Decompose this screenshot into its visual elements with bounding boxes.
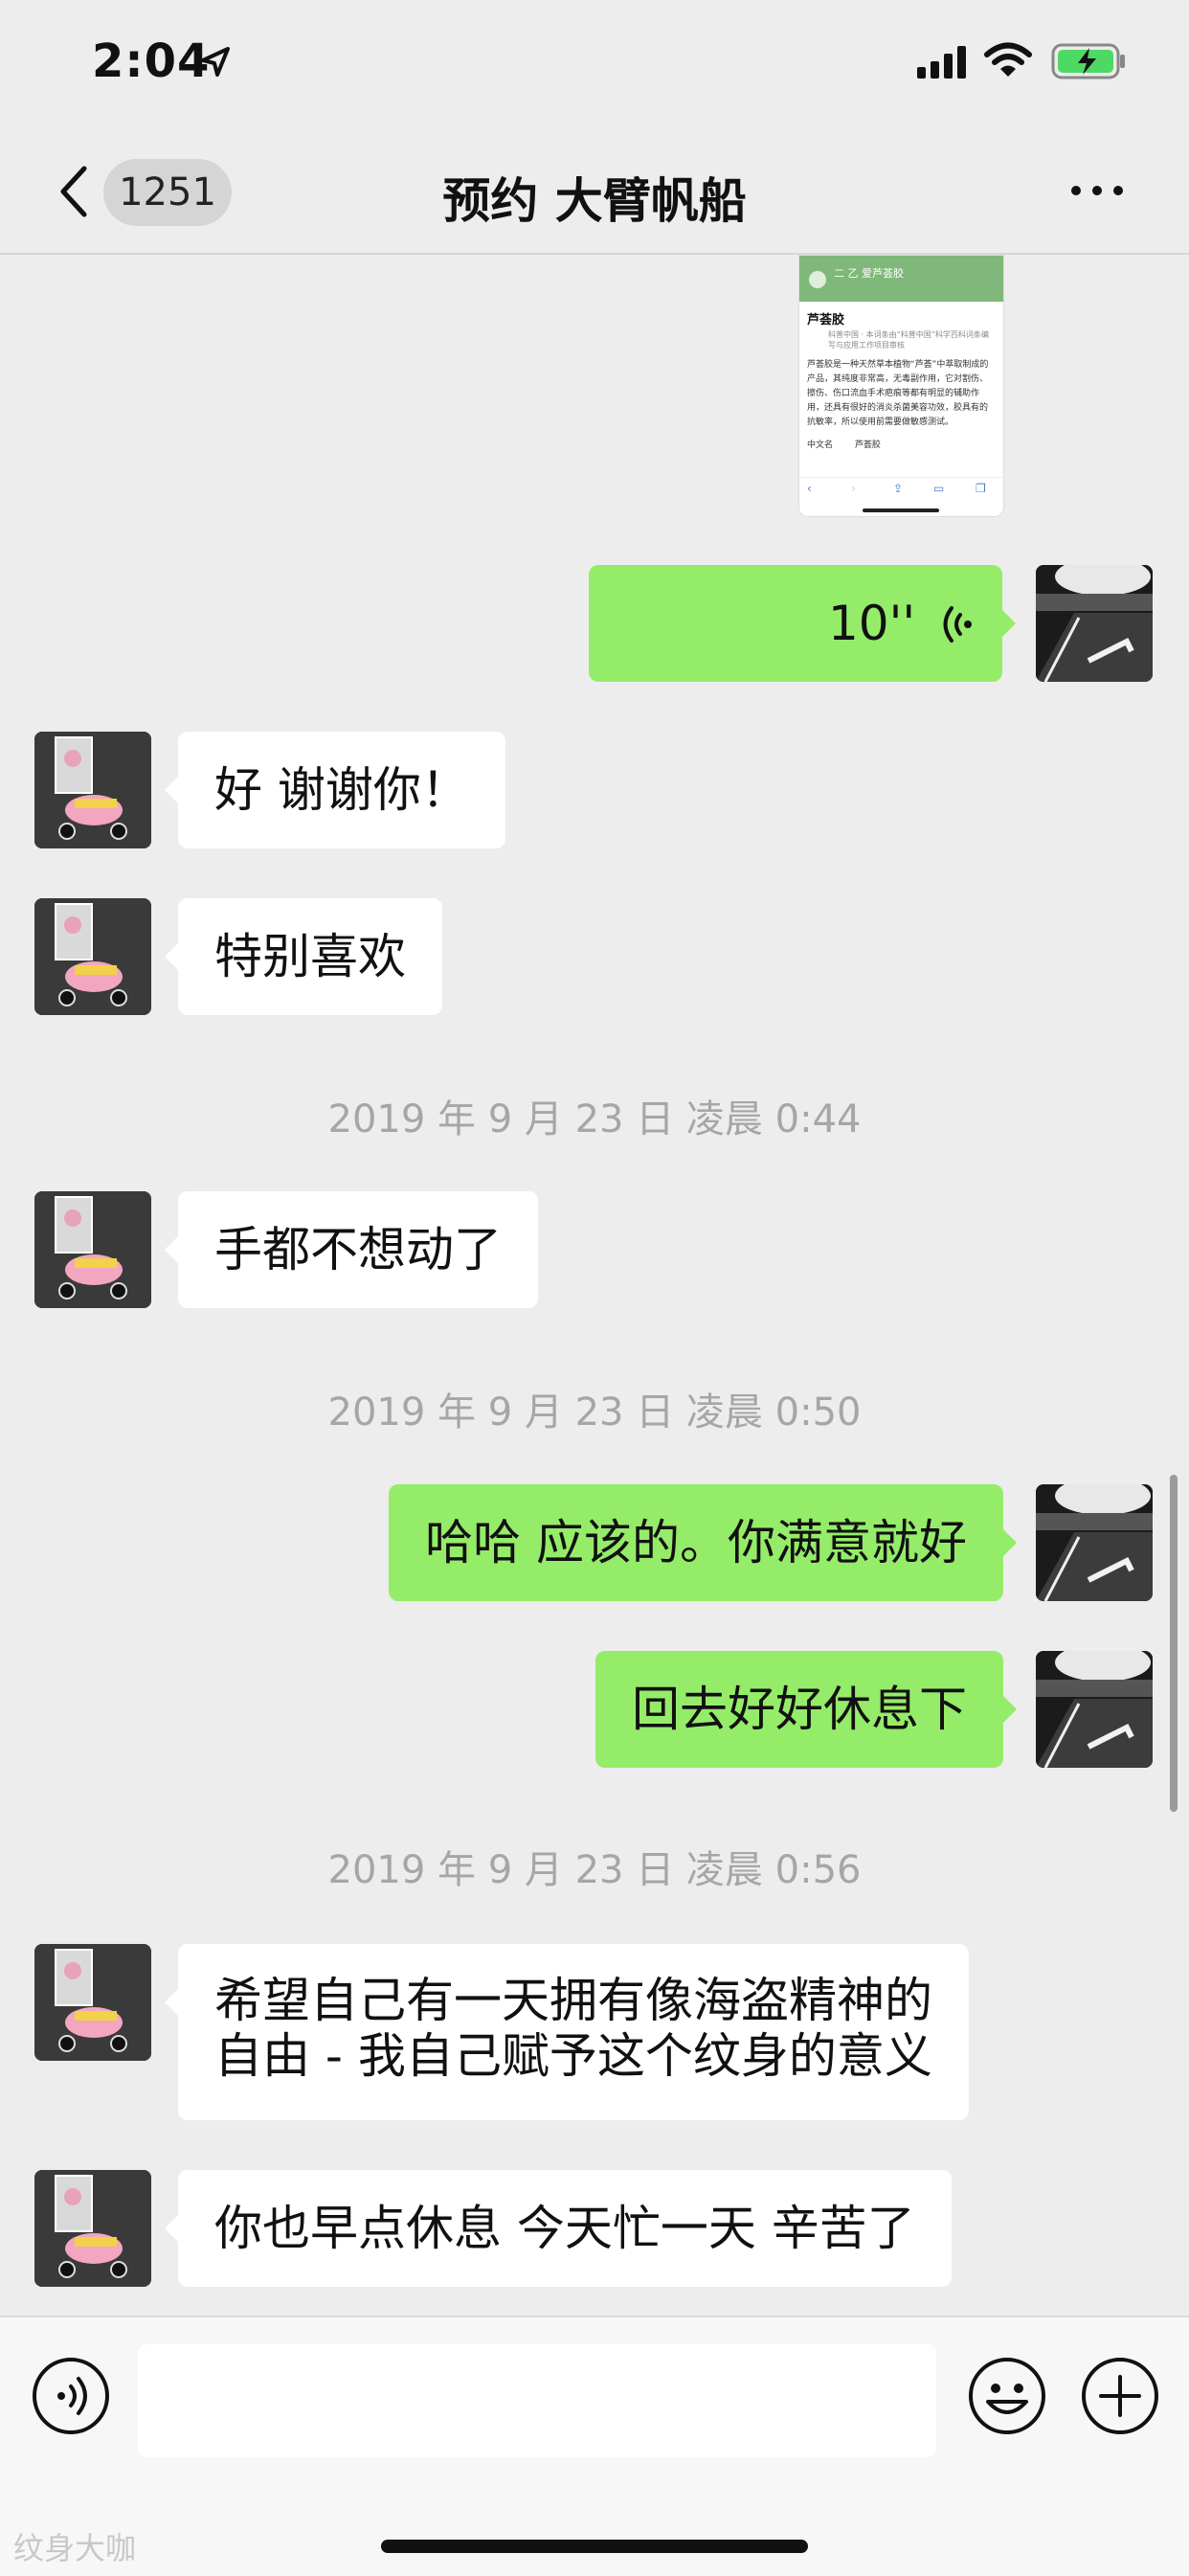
voice-input-icon[interactable] bbox=[31, 2356, 111, 2436]
status-bar: 2:04 bbox=[0, 0, 1189, 134]
shot-back-icon: ‹ bbox=[807, 482, 812, 495]
shot-video-header: 二 乙 爱芦荟胶 bbox=[799, 256, 1003, 302]
shot-row-value: 芦荟胶 bbox=[854, 441, 881, 450]
shot-info-row: 中文名 芦荟胶 bbox=[807, 438, 996, 450]
message-list[interactable]: 二 乙 爱芦荟胶 芦荟胶 科普中国 · 本词条由“科普中国”科学百科词条编写与应… bbox=[0, 255, 1189, 2314]
road-night-image bbox=[1036, 1484, 1153, 1601]
status-time: 2:04 bbox=[92, 34, 211, 88]
avatar-contact[interactable] bbox=[34, 732, 151, 848]
message-bubble[interactable]: 特别喜欢 bbox=[165, 898, 442, 1015]
message-timestamp: 2019 年 9 月 23 日 凌晨 0:50 bbox=[327, 1390, 862, 1435]
message-line: 自由 - 我自己赋予这个纹身的意义 bbox=[214, 2028, 932, 2084]
avatar-contact[interactable] bbox=[34, 898, 151, 1015]
home-indicator bbox=[381, 2540, 808, 2553]
shot-toolbar: ‹ › ⇪ ▭ ❐ bbox=[799, 477, 1003, 503]
message-timestamp: 2019 年 9 月 23 日 凌晨 0:56 bbox=[327, 1848, 862, 1892]
road-night-image bbox=[1036, 565, 1153, 682]
avatar-contact[interactable] bbox=[34, 1944, 151, 2061]
voice-playback-icon bbox=[943, 606, 972, 643]
shot-meta: 科普中国 · 本词条由“科普中国”科学百科词条编写与应用工作项目审核 bbox=[828, 330, 989, 350]
more-dots-icon[interactable] bbox=[1068, 176, 1126, 205]
message-bubble[interactable]: 好 谢谢你！ bbox=[165, 732, 505, 848]
emoji-icon[interactable] bbox=[967, 2356, 1047, 2436]
cartoon-avatar-image bbox=[34, 898, 151, 1015]
shot-header-text: 二 乙 爱芦荟胶 bbox=[834, 267, 904, 280]
message-bubble[interactable]: 你也早点休息 今天忙一天 辛苦了 bbox=[165, 2170, 952, 2287]
play-icon bbox=[809, 271, 826, 288]
shot-row-label: 中文名 bbox=[807, 441, 834, 450]
cellular-signal-icon bbox=[917, 46, 966, 79]
shot-body: 芦荟胶是一种天然草本植物“芦荟”中萃取制成的产品，其纯度非常高，无毒副作用，它对… bbox=[807, 360, 989, 427]
cartoon-avatar-image bbox=[34, 732, 151, 848]
shot-title: 芦荟胶 bbox=[807, 313, 845, 328]
shot-share-icon: ⇪ bbox=[893, 482, 904, 495]
voice-message-bubble[interactable]: 10'' bbox=[589, 565, 1016, 682]
message-bubble-self[interactable]: 回去好好休息下 bbox=[595, 1651, 1017, 1768]
cartoon-avatar-image bbox=[34, 2170, 151, 2287]
shot-book-icon: ▭ bbox=[933, 482, 945, 495]
cartoon-avatar-image bbox=[34, 1944, 151, 2061]
message-line: 希望自己有一天拥有像海盗精神的 bbox=[214, 1973, 932, 2028]
scrollbar[interactable] bbox=[1170, 1475, 1178, 1812]
message-input[interactable] bbox=[138, 2344, 936, 2457]
wifi-icon bbox=[984, 42, 1032, 77]
avatar-self[interactable] bbox=[1036, 1651, 1153, 1768]
avatar-self[interactable] bbox=[1036, 1484, 1153, 1601]
chat-title: 预约 大臂帆船 bbox=[442, 173, 747, 229]
location-arrow-icon bbox=[201, 47, 230, 77]
message-bubble[interactable]: 希望自己有一天拥有像海盗精神的 自由 - 我自己赋予这个纹身的意义 bbox=[165, 1944, 969, 2120]
message-timestamp: 2019 年 9 月 23 日 凌晨 0:44 bbox=[327, 1097, 862, 1141]
avatar-contact[interactable] bbox=[34, 1191, 151, 1308]
plus-circle-icon[interactable] bbox=[1080, 2356, 1160, 2436]
avatar-contact[interactable] bbox=[34, 2170, 151, 2287]
watermark: 纹身大咖 bbox=[13, 2530, 137, 2566]
cartoon-avatar-image bbox=[34, 1191, 151, 1308]
road-night-image bbox=[1036, 1651, 1153, 1768]
voice-duration: 10'' bbox=[828, 596, 916, 651]
battery-charging-icon bbox=[1051, 43, 1125, 79]
message-bubble-self[interactable]: 哈哈 应该的。你满意就好 bbox=[389, 1484, 1017, 1601]
avatar-self[interactable] bbox=[1036, 565, 1153, 682]
shot-forward-icon: › bbox=[851, 482, 856, 495]
shot-home-indicator bbox=[863, 508, 939, 512]
message-bubble[interactable]: 手都不想动了 bbox=[165, 1191, 538, 1308]
shared-screenshot-image[interactable]: 二 乙 爱芦荟胶 芦荟胶 科普中国 · 本词条由“科普中国”科学百科词条编写与应… bbox=[798, 255, 1004, 517]
input-bar: 纹身大咖 bbox=[0, 2316, 1189, 2576]
shot-tabs-icon: ❐ bbox=[976, 482, 986, 495]
chat-header: 1251 预约 大臂帆船 bbox=[0, 134, 1189, 255]
